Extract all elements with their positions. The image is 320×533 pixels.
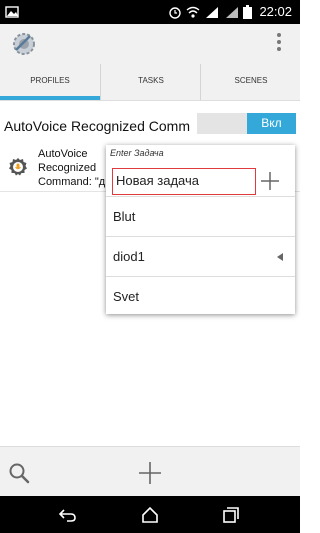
new-task-item[interactable]: Новая задача: [112, 168, 256, 195]
tasker-gear-icon[interactable]: [10, 30, 38, 58]
autovoice-icon: [9, 158, 27, 176]
popup-header: Enter Задача: [110, 148, 164, 158]
profile-title[interactable]: AutoVoice Recognized Comm: [4, 118, 190, 134]
task-item-blut[interactable]: Blut: [106, 196, 295, 237]
task-label: Svet: [113, 289, 140, 304]
toggle-on-label: Вкл: [247, 113, 296, 134]
context-line-3: Command: "д: [38, 176, 106, 188]
profile-toggle[interactable]: Вкл: [197, 113, 296, 134]
tab-tasks[interactable]: TASKS: [100, 64, 201, 100]
signal-2g-icon: [226, 7, 238, 18]
profile-context-text: AutoVoice Recognized Command: "д: [38, 147, 105, 189]
task-item-svet[interactable]: Svet: [106, 276, 295, 317]
home-icon[interactable]: [140, 505, 160, 525]
back-icon[interactable]: [58, 505, 78, 525]
nav-bar: [0, 496, 300, 533]
recents-icon[interactable]: [221, 505, 241, 525]
add-task-icon[interactable]: [260, 171, 280, 191]
wifi-icon: [186, 6, 200, 18]
signal-icon: [206, 7, 218, 18]
context-line-2: Recognized: [38, 162, 97, 174]
status-time: 22:02: [259, 4, 292, 19]
context-line-1: AutoVoice: [38, 148, 88, 160]
task-label: diod1: [113, 249, 145, 264]
overflow-menu-icon[interactable]: [276, 33, 282, 55]
expand-arrow-icon[interactable]: [277, 253, 283, 261]
status-bar: 22:02: [0, 0, 300, 24]
battery-icon: [243, 5, 252, 19]
alarm-icon: [169, 7, 181, 19]
task-item-diod1[interactable]: diod1: [106, 236, 295, 277]
image-icon: [5, 6, 19, 18]
tab-bar: PROFILES TASKS SCENES: [0, 64, 300, 101]
add-icon[interactable]: [138, 461, 162, 485]
task-label: Blut: [113, 209, 136, 224]
task-select-popup: Enter Задача Новая задача Blut diod1 Sve…: [106, 145, 295, 314]
app-bar: [0, 24, 300, 64]
tab-profiles[interactable]: PROFILES: [0, 64, 100, 100]
new-task-label: Новая задача: [116, 173, 199, 188]
tab-scenes[interactable]: SCENES: [200, 64, 301, 100]
search-icon[interactable]: [8, 462, 30, 484]
bottom-bar: [0, 446, 300, 497]
